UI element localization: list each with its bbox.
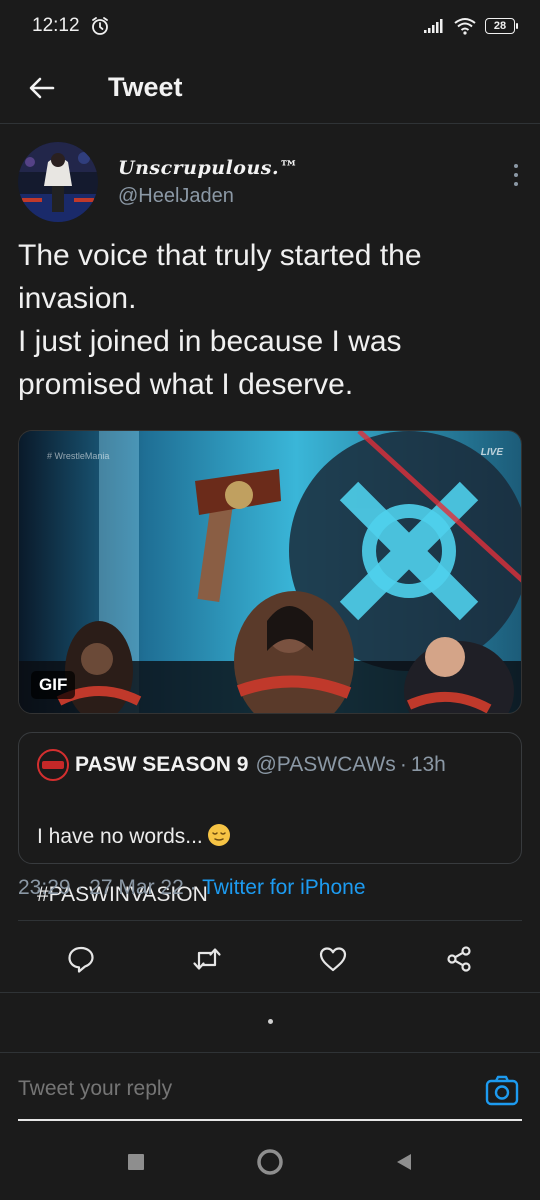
tweet-meta: 23:29 · 27 Mar 22 · Twitter for iPhone <box>18 876 366 900</box>
square-icon <box>128 1154 144 1170</box>
gif-badge: GIF <box>31 671 76 699</box>
quoted-separator: · <box>399 753 407 776</box>
more-vertical-icon-dot <box>514 173 518 177</box>
alarm-icon <box>91 17 108 35</box>
tweet-text: The voice that truly started the invasio… <box>18 239 422 401</box>
like-button[interactable] <box>309 935 357 983</box>
camera-icon[interactable] <box>484 1073 520 1109</box>
back-nav-button[interactable] <box>382 1140 426 1184</box>
wifi-icon <box>454 18 476 35</box>
signal-icon <box>424 19 443 33</box>
app-header: Tweet <box>0 52 540 124</box>
quoted-tweet-body: I have no words... #PASWINVASION <box>37 793 505 938</box>
media-watermark: # WrestleMania <box>47 451 110 461</box>
recents-button[interactable] <box>114 1140 158 1184</box>
share-button[interactable] <box>435 935 483 983</box>
relieved-face-emoji-icon <box>207 824 230 846</box>
more-vertical-icon <box>514 164 518 168</box>
page-title: Tweet <box>108 72 183 102</box>
reply-input[interactable] <box>18 1077 418 1101</box>
author-names: Unscrupulous.™ @HeelJaden <box>118 157 299 208</box>
tweet-author: Unscrupulous.™ @HeelJaden <box>18 142 528 222</box>
retweet-button[interactable] <box>183 935 231 983</box>
more-vertical-icon-dot <box>514 182 518 186</box>
reply-input-underline <box>18 1119 522 1121</box>
battery-level: 28 <box>485 18 515 34</box>
quoted-display-name: PASW SEASON 9 <box>75 753 249 776</box>
heart-icon <box>319 947 347 972</box>
reply-button[interactable] <box>57 935 105 983</box>
tweet-time: 23:29 <box>18 876 71 899</box>
system-navigation-bar <box>0 1124 540 1200</box>
divider <box>18 920 522 921</box>
arrow-left-icon <box>29 77 55 98</box>
quoted-text-line1: I have no words... <box>37 825 203 848</box>
user-handle[interactable]: @HeelJaden <box>118 185 299 208</box>
battery-tip <box>516 23 518 29</box>
share-icon <box>447 946 471 972</box>
loading-indicator <box>268 1019 273 1024</box>
divider <box>0 992 540 993</box>
more-options-button[interactable] <box>504 155 528 195</box>
back-button[interactable] <box>0 52 84 124</box>
tweet-date: 27 Mar 22 <box>89 876 184 899</box>
status-time: 12:12 <box>32 15 80 36</box>
status-bar: 12:12 28 <box>0 0 540 52</box>
display-name[interactable]: Unscrupulous.™ <box>118 157 299 179</box>
quoted-time: 13h <box>410 753 446 776</box>
quoted-tweet[interactable]: PASW SEASON 9 @PASWCAWs · 13h I have no … <box>18 732 522 906</box>
quoted-avatar <box>37 749 69 781</box>
avatar-image <box>18 142 98 222</box>
circle-home-icon <box>257 1149 283 1175</box>
retweet-icon <box>193 948 221 970</box>
comment-icon <box>68 946 94 973</box>
avatar[interactable] <box>18 142 98 222</box>
meta-separator: · <box>70 876 90 899</box>
media-live-tag: LIVE <box>480 447 503 458</box>
quoted-tweet-header: PASW SEASON 9 @PASWCAWs · 13h <box>37 749 505 781</box>
gif-image <box>19 431 521 713</box>
quoted-handle: @PASWCAWs <box>255 753 396 776</box>
tweet-actions <box>18 928 522 990</box>
triangle-back-icon <box>397 1154 411 1170</box>
battery-indicator: 28 <box>485 18 518 34</box>
meta-separator: · <box>183 876 203 899</box>
tweet-source-link[interactable]: Twitter for iPhone <box>202 876 365 899</box>
status-icons: 28 <box>423 17 518 35</box>
reply-bar <box>0 1052 540 1124</box>
tweet-media-gif[interactable]: # WrestleMania LIVE GIF <box>18 430 522 714</box>
home-button[interactable] <box>248 1140 292 1184</box>
